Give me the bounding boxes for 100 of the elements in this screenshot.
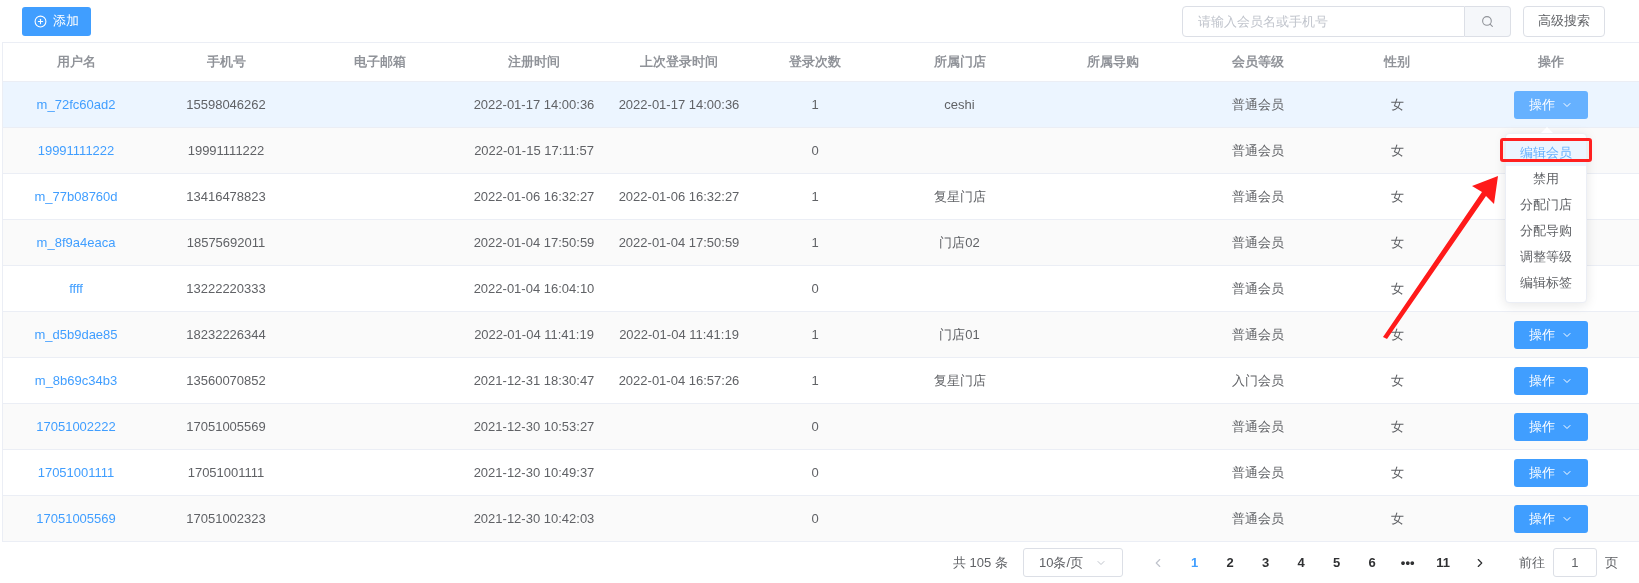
action-dropdown-button[interactable]: 操作 xyxy=(1514,458,1588,487)
plus-icon xyxy=(34,14,47,28)
table-cell-text: 13416478823 xyxy=(186,187,266,206)
menu-item[interactable]: 禁用 xyxy=(1506,166,1586,192)
table-cell-text: 2022-01-06 16:32:27 xyxy=(618,187,740,206)
search-button[interactable] xyxy=(1465,5,1511,37)
table-cell-text: 女 xyxy=(1390,187,1404,206)
column-header: 性别 xyxy=(1384,53,1410,72)
table-cell-text: 入门会员 xyxy=(1232,371,1284,390)
table-cell-text: 女 xyxy=(1390,509,1404,528)
page-button[interactable]: 5 xyxy=(1318,552,1355,573)
username-link[interactable]: 17051002222 xyxy=(36,416,116,437)
column-header: 注册时间 xyxy=(508,53,560,72)
username-link[interactable]: 17051005569 xyxy=(36,508,116,529)
table-cell-text: 2021-12-31 18:30:47 xyxy=(473,371,595,390)
table-cell-text: 2022-01-17 14:00:36 xyxy=(473,95,595,114)
table-cell-text: 2022-01-04 17:50:59 xyxy=(618,233,740,252)
column-header: 手机号 xyxy=(206,53,246,72)
page-button[interactable]: 11 xyxy=(1425,552,1461,573)
table-cell-text: 18232226344 xyxy=(186,325,266,344)
page-button[interactable]: 2 xyxy=(1212,552,1248,573)
table-cell-text: 2022-01-04 16:04:10 xyxy=(473,279,595,298)
table-cell-text: 2022-01-17 14:00:36 xyxy=(618,95,740,114)
table-cell-text: 普通会员 xyxy=(1232,95,1284,114)
username-link[interactable]: m_72fc60ad2 xyxy=(36,94,116,115)
table-cell-text: 普通会员 xyxy=(1232,417,1284,436)
page-button[interactable]: ••• xyxy=(1389,552,1426,573)
table-cell-text: 2022-01-04 11:41:19 xyxy=(619,325,739,344)
menu-item[interactable]: 编辑标签 xyxy=(1506,270,1586,296)
column-header: 上次登录时间 xyxy=(640,53,718,72)
username-link[interactable]: 17051001111 xyxy=(37,462,115,483)
table-cell-text: 2022-01-15 17:11:57 xyxy=(474,141,594,160)
action-dropdown-button[interactable]: 操作 xyxy=(1514,320,1588,349)
column-header: 操作 xyxy=(1538,53,1564,72)
column-header: 所属导购 xyxy=(1087,53,1139,72)
action-dropdown-button[interactable]: 操作 xyxy=(1514,366,1588,395)
menu-item[interactable]: 分配门店 xyxy=(1506,192,1586,218)
table-cell-text: 17051001111 xyxy=(187,463,265,482)
menu-item[interactable]: 调整等级 xyxy=(1506,244,1586,270)
table-cell-text: 1 xyxy=(811,233,819,252)
table-cell-text: 13222220333 xyxy=(186,279,266,298)
table-cell-text: 2022-01-04 16:57:26 xyxy=(618,371,740,390)
table-cell-text: 普通会员 xyxy=(1232,279,1284,298)
table-cell-text: 普通会员 xyxy=(1232,463,1284,482)
table-cell-text: 门店02 xyxy=(939,233,980,252)
table-cell-text: 0 xyxy=(811,463,819,482)
username-link[interactable]: m_77b08760d xyxy=(34,186,118,207)
page-button[interactable]: 4 xyxy=(1283,552,1319,573)
table-cell-text: 女 xyxy=(1390,95,1404,114)
menu-item[interactable]: 分配导购 xyxy=(1506,218,1586,244)
advanced-search-button[interactable]: 高级搜索 xyxy=(1523,5,1605,37)
page-suffix-label: 页 xyxy=(1604,553,1618,572)
table-cell-text: 1 xyxy=(811,95,819,114)
column-header: 所属门店 xyxy=(933,53,986,72)
goto-page-field[interactable]: 1 xyxy=(1552,548,1597,577)
column-header: 电子邮箱 xyxy=(354,53,406,72)
username-link[interactable]: 19991111222 xyxy=(37,140,115,161)
username-link[interactable]: m_8f9a4eaca xyxy=(36,232,116,253)
page-size-select[interactable]: 10条/页 xyxy=(1022,548,1123,577)
action-dropdown-button[interactable]: 操作 xyxy=(1514,90,1588,119)
table-cell-text: 17051005569 xyxy=(186,417,266,436)
column-header: 登录次数 xyxy=(789,53,841,72)
table-cell-text: 女 xyxy=(1390,371,1404,390)
table-cell-text: 13560070852 xyxy=(186,371,266,390)
table-cell-text: 17051002323 xyxy=(186,509,266,528)
table-cell-text: 0 xyxy=(811,279,819,298)
table-cell-text: 复星门店 xyxy=(933,371,986,390)
table-cell-text: 0 xyxy=(811,509,819,528)
table-cell-text: 2022-01-04 11:41:19 xyxy=(474,325,594,344)
table-cell-text: 2021-12-30 10:53:27 xyxy=(473,417,595,436)
username-link[interactable]: m_8b69c34b3 xyxy=(34,370,118,391)
table-cell-text: 女 xyxy=(1390,233,1404,252)
table-cell-text: 普通会员 xyxy=(1232,141,1284,160)
goto-label: 前往 xyxy=(1518,553,1545,572)
table-cell-text: ceshi xyxy=(944,95,975,114)
table-cell-text: 2021-12-30 10:42:03 xyxy=(473,509,595,528)
table-cell-text: 普通会员 xyxy=(1232,325,1284,344)
add-button[interactable]: 添加 xyxy=(22,6,91,36)
table-cell-text: 普通会员 xyxy=(1232,233,1284,252)
table-cell-text: 复星门店 xyxy=(933,187,986,206)
table-cell-text: 女 xyxy=(1390,463,1404,482)
table-cell-text: 女 xyxy=(1390,325,1404,344)
table-cell-text: 1 xyxy=(811,187,819,206)
username-link[interactable]: m_d5b9dae85 xyxy=(34,324,118,345)
action-dropdown-button[interactable]: 操作 xyxy=(1514,504,1588,533)
page-button[interactable]: 6 xyxy=(1354,552,1390,573)
search-field[interactable]: 请输入会员名或手机号 xyxy=(1182,5,1465,37)
table-cell-text: 0 xyxy=(811,141,819,160)
page-button[interactable]: 1 xyxy=(1176,552,1213,573)
username-link[interactable]: ffff xyxy=(69,278,83,299)
action-dropdown-button[interactable]: 操作 xyxy=(1514,412,1588,441)
table-cell-text: 1 xyxy=(811,371,819,390)
page-button[interactable]: 3 xyxy=(1247,552,1284,573)
table-cell-text: 1 xyxy=(811,325,819,344)
total-count: 共 105 条 xyxy=(953,553,1008,572)
table-cell-text: 普通会员 xyxy=(1232,509,1284,528)
table-cell-text: 普通会员 xyxy=(1232,187,1284,206)
column-header: 会员等级 xyxy=(1232,53,1284,72)
table-cell-text: 女 xyxy=(1390,279,1404,298)
table-cell-text: 女 xyxy=(1390,417,1404,436)
